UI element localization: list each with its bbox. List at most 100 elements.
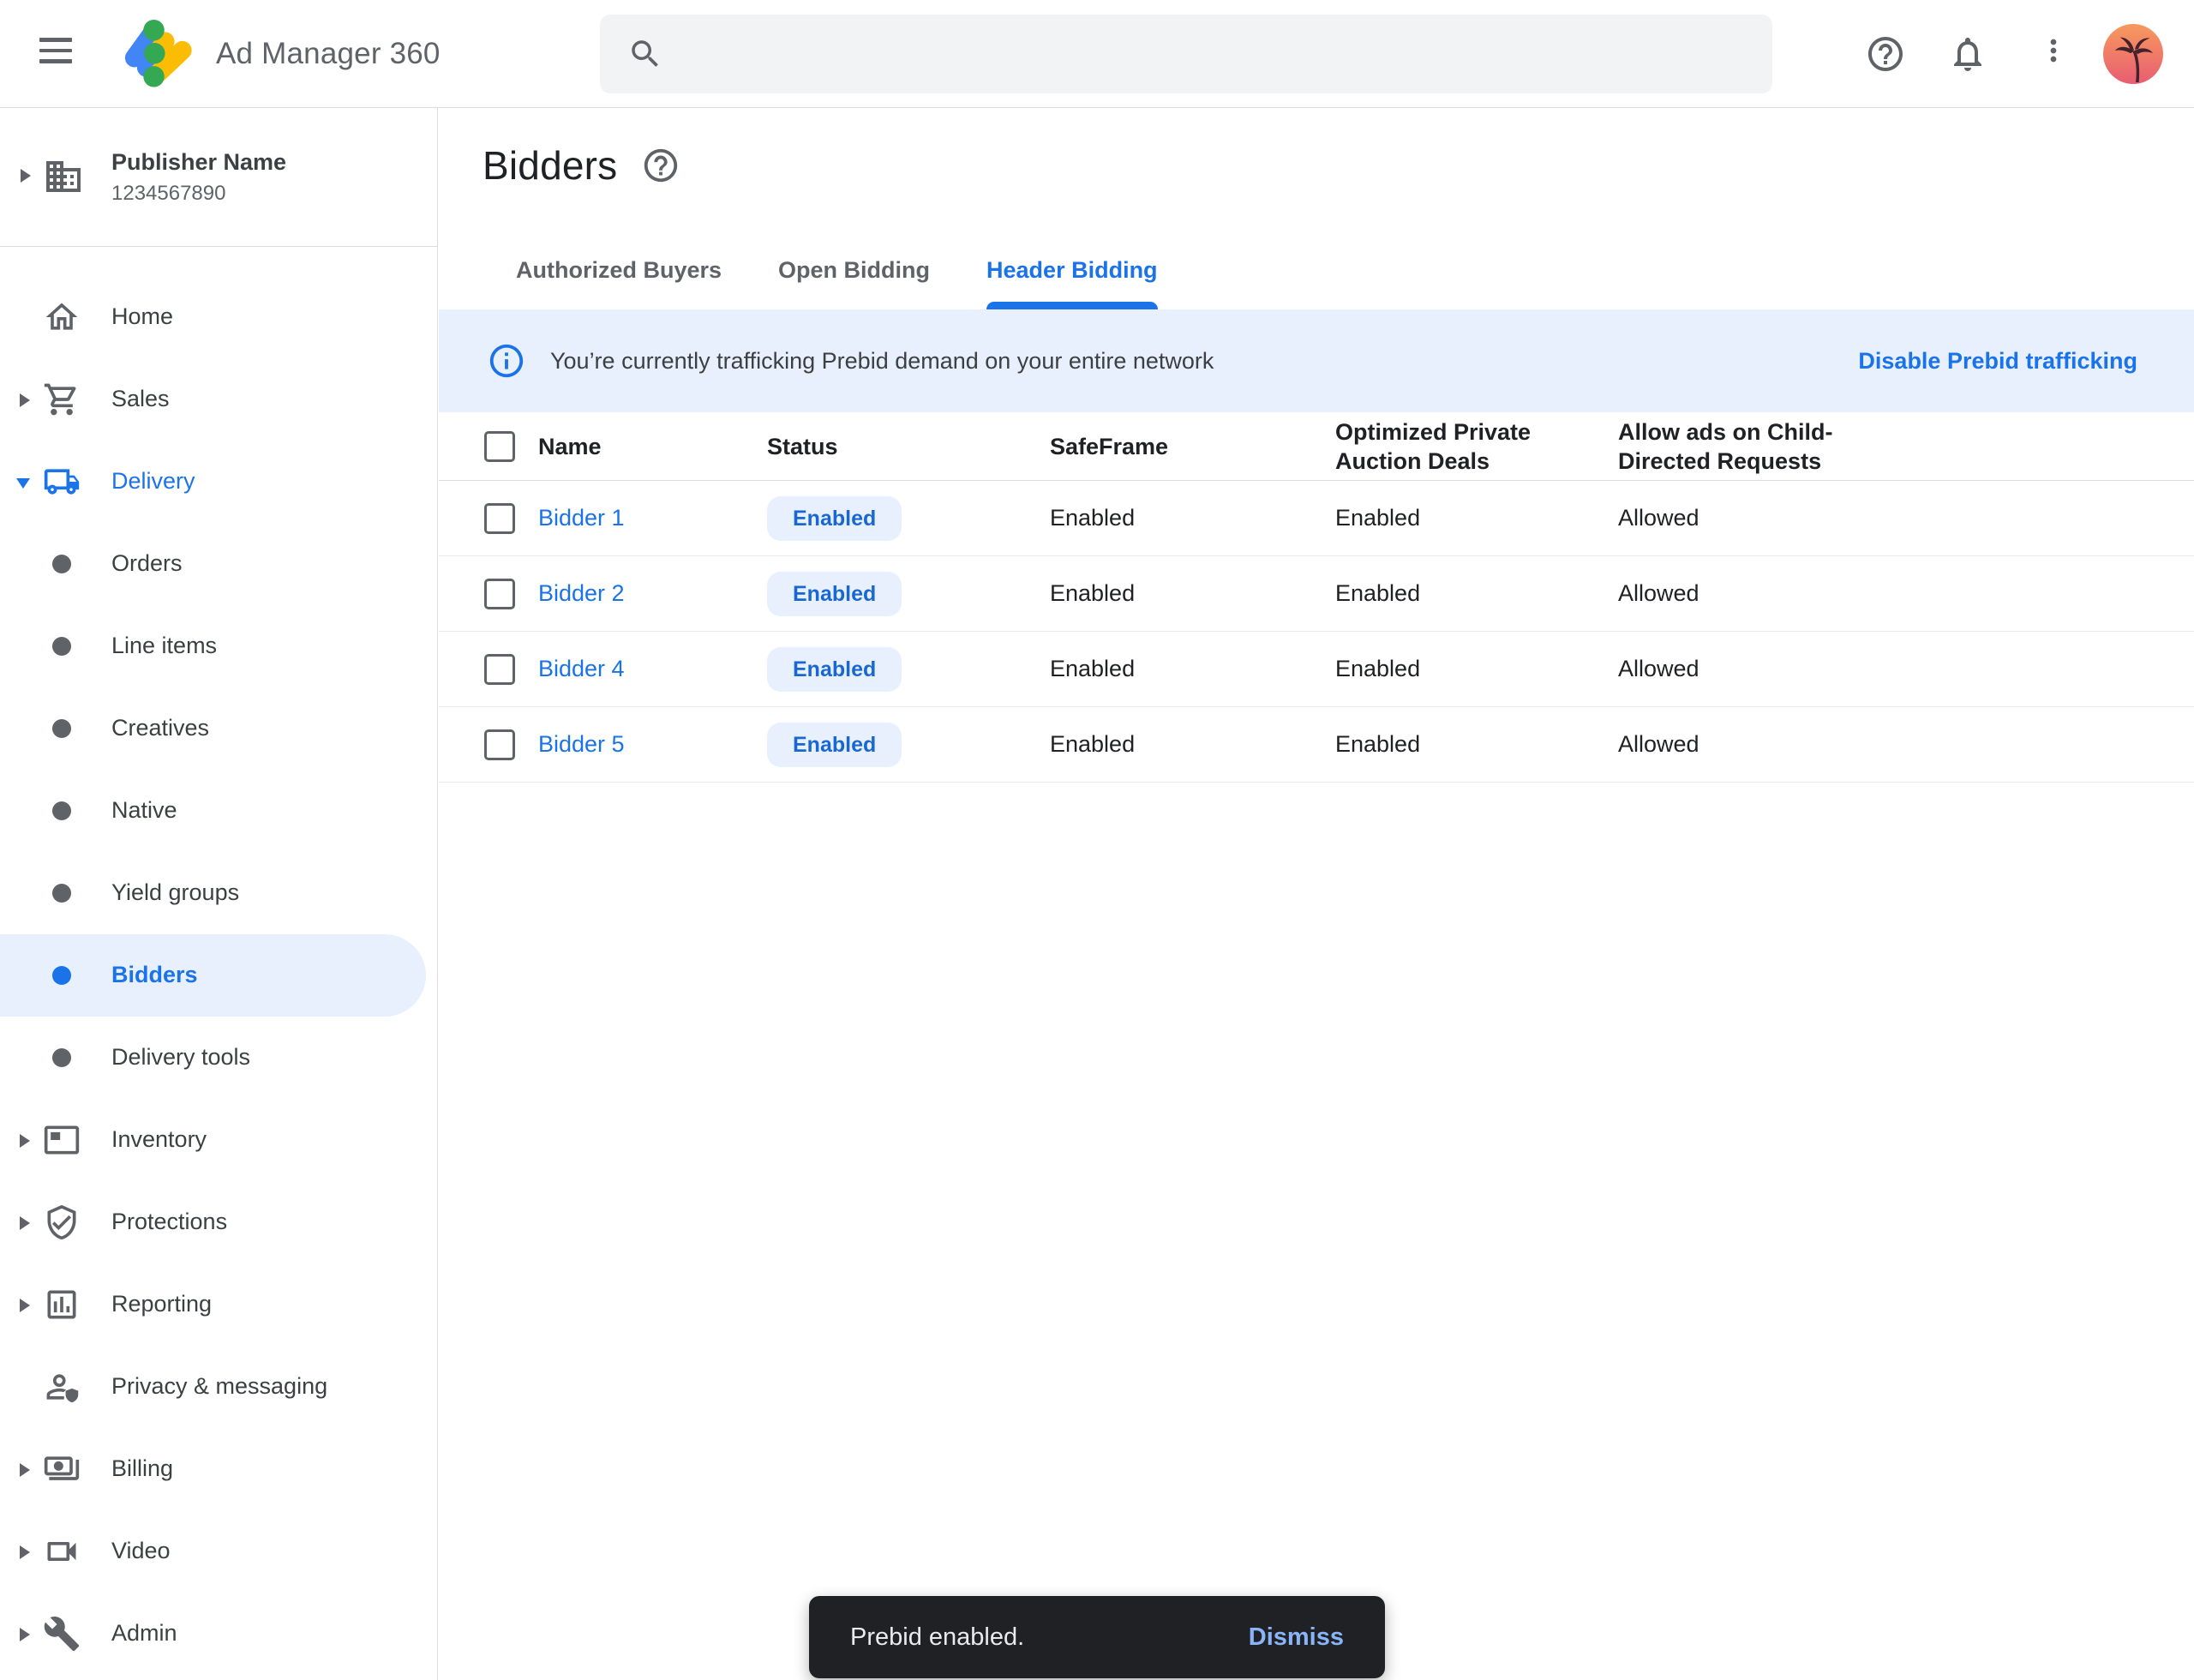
chevron-right-icon: [20, 1545, 30, 1559]
row-checkbox[interactable]: [484, 729, 515, 760]
safeframe-value: Enabled: [1050, 656, 1335, 682]
bidder-link[interactable]: Bidder 2: [538, 580, 767, 607]
sidebar-item-sales[interactable]: Sales: [0, 358, 438, 441]
disable-prebid-trafficking-link[interactable]: Disable Prebid trafficking: [1858, 348, 2137, 375]
sidebar-item-native[interactable]: Native: [0, 770, 438, 852]
status-badge: Enabled: [767, 572, 902, 616]
person-shield-icon: [43, 1368, 81, 1406]
bullet-icon: [52, 966, 71, 985]
child-directed-value: Allowed: [1618, 505, 2194, 531]
sidebar-item-delivery-tools[interactable]: Delivery tools: [0, 1017, 438, 1099]
chevron-right-icon: [20, 393, 30, 407]
chevron-right-icon: [21, 169, 31, 183]
payments-icon: [43, 1450, 81, 1488]
column-header-safeframe: SafeFrame: [1050, 432, 1335, 461]
safeframe-value: Enabled: [1050, 580, 1335, 607]
chevron-right-icon: [20, 1216, 30, 1230]
sidebar-item-bidders[interactable]: Bidders: [0, 934, 426, 1017]
chevron-right-icon: [20, 1299, 30, 1312]
bidder-link[interactable]: Bidder 1: [538, 505, 767, 531]
notifications-icon[interactable]: [1947, 33, 1988, 75]
sidebar-item-line-items[interactable]: Line items: [0, 605, 438, 687]
column-header-private-auction: Optimized Private Auction Deals: [1335, 417, 1545, 476]
bidders-table: Name Status SafeFrame Optimized Private …: [439, 412, 2194, 783]
bar-chart-icon: [43, 1286, 81, 1323]
sidebar-item-admin[interactable]: Admin: [0, 1593, 438, 1675]
info-banner: You’re currently trafficking Prebid dema…: [439, 309, 2194, 412]
bullet-icon: [52, 719, 71, 738]
chevron-right-icon: [20, 1628, 30, 1641]
chevron-down-icon: [16, 478, 30, 489]
tab-open-bidding[interactable]: Open Bidding: [778, 249, 930, 309]
sidebar-item-yield-groups[interactable]: Yield groups: [0, 852, 438, 934]
child-directed-value: Allowed: [1618, 656, 2194, 682]
search-bar[interactable]: [600, 15, 1772, 93]
bullet-icon: [52, 555, 71, 573]
private-auction-value: Enabled: [1335, 580, 1618, 607]
publisher-id: 1234567890: [111, 182, 225, 206]
account-avatar[interactable]: [2103, 24, 2163, 84]
row-checkbox[interactable]: [484, 579, 515, 609]
bullet-icon: [52, 884, 71, 903]
sidebar-item-privacy-messaging[interactable]: Privacy & messaging: [0, 1346, 438, 1428]
cart-icon: [43, 381, 81, 418]
sidebar-item-protections[interactable]: Protections: [0, 1181, 438, 1263]
menu-icon[interactable]: [39, 38, 72, 70]
publisher-switcher[interactable]: Publisher Name 1234567890: [0, 108, 437, 247]
page-title: Bidders: [483, 142, 617, 189]
sidebar-item-delivery[interactable]: Delivery: [0, 441, 438, 523]
main-content: Bidders Authorized Buyers Open Bidding H…: [439, 108, 2194, 1680]
toast-dismiss-button[interactable]: Dismiss: [1249, 1623, 1344, 1652]
row-checkbox[interactable]: [484, 503, 515, 534]
inventory-icon: [43, 1121, 81, 1159]
toast-message: Prebid enabled.: [850, 1623, 1024, 1652]
bullet-icon: [52, 801, 71, 820]
private-auction-value: Enabled: [1335, 505, 1618, 531]
sidebar-item-orders[interactable]: Orders: [0, 523, 438, 605]
tab-header-bidding[interactable]: Header Bidding: [986, 249, 1158, 309]
active-tab-indicator: [986, 302, 1158, 309]
tab-bar: Authorized Buyers Open Bidding Header Bi…: [516, 249, 1214, 309]
table-row: Bidder 5 Enabled Enabled Enabled Allowed: [439, 707, 2194, 783]
sidebar-item-reporting[interactable]: Reporting: [0, 1263, 438, 1346]
help-icon[interactable]: [1865, 33, 1906, 75]
overflow-menu-icon[interactable]: [2036, 33, 2071, 75]
column-header-status: Status: [767, 432, 1050, 461]
video-camera-icon: [43, 1533, 81, 1570]
sidebar-nav: Publisher Name 1234567890 Home Sales Del…: [0, 108, 438, 1680]
row-checkbox[interactable]: [484, 654, 515, 685]
sidebar-item-inventory[interactable]: Inventory: [0, 1099, 438, 1181]
help-icon[interactable]: [641, 146, 680, 185]
select-all-checkbox[interactable]: [484, 431, 515, 462]
sidebar-item-home[interactable]: Home: [0, 276, 438, 358]
wrench-icon: [43, 1615, 81, 1653]
safeframe-value: Enabled: [1050, 731, 1335, 758]
status-badge: Enabled: [767, 496, 902, 541]
shield-check-icon: [43, 1203, 81, 1241]
table-row: Bidder 4 Enabled Enabled Enabled Allowed: [439, 632, 2194, 707]
bidder-link[interactable]: Bidder 5: [538, 731, 767, 758]
top-app-bar: Ad Manager 360: [0, 0, 2194, 108]
chevron-right-icon: [20, 1463, 30, 1477]
sidebar-item-video[interactable]: Video: [0, 1510, 438, 1593]
safeframe-value: Enabled: [1050, 505, 1335, 531]
info-icon: [487, 341, 526, 381]
table-header-row: Name Status SafeFrame Optimized Private …: [439, 412, 2194, 481]
chevron-right-icon: [20, 1134, 30, 1148]
bidder-link[interactable]: Bidder 4: [538, 656, 767, 682]
table-row: Bidder 2 Enabled Enabled Enabled Allowed: [439, 556, 2194, 632]
search-input[interactable]: [686, 40, 1714, 68]
sidebar-item-billing[interactable]: Billing: [0, 1428, 438, 1510]
ad-manager-logo-icon[interactable]: [122, 14, 204, 96]
child-directed-value: Allowed: [1618, 731, 2194, 758]
banner-message: You’re currently trafficking Prebid dema…: [550, 348, 1214, 375]
private-auction-value: Enabled: [1335, 731, 1618, 758]
snackbar-toast: Prebid enabled. Dismiss: [809, 1596, 1385, 1678]
truck-icon: [43, 463, 81, 501]
status-badge: Enabled: [767, 647, 902, 692]
bullet-icon: [52, 637, 71, 656]
bullet-icon: [52, 1048, 71, 1067]
tab-authorized-buyers[interactable]: Authorized Buyers: [516, 249, 722, 309]
sidebar-item-creatives[interactable]: Creatives: [0, 687, 438, 770]
app-title: Ad Manager 360: [216, 37, 441, 71]
